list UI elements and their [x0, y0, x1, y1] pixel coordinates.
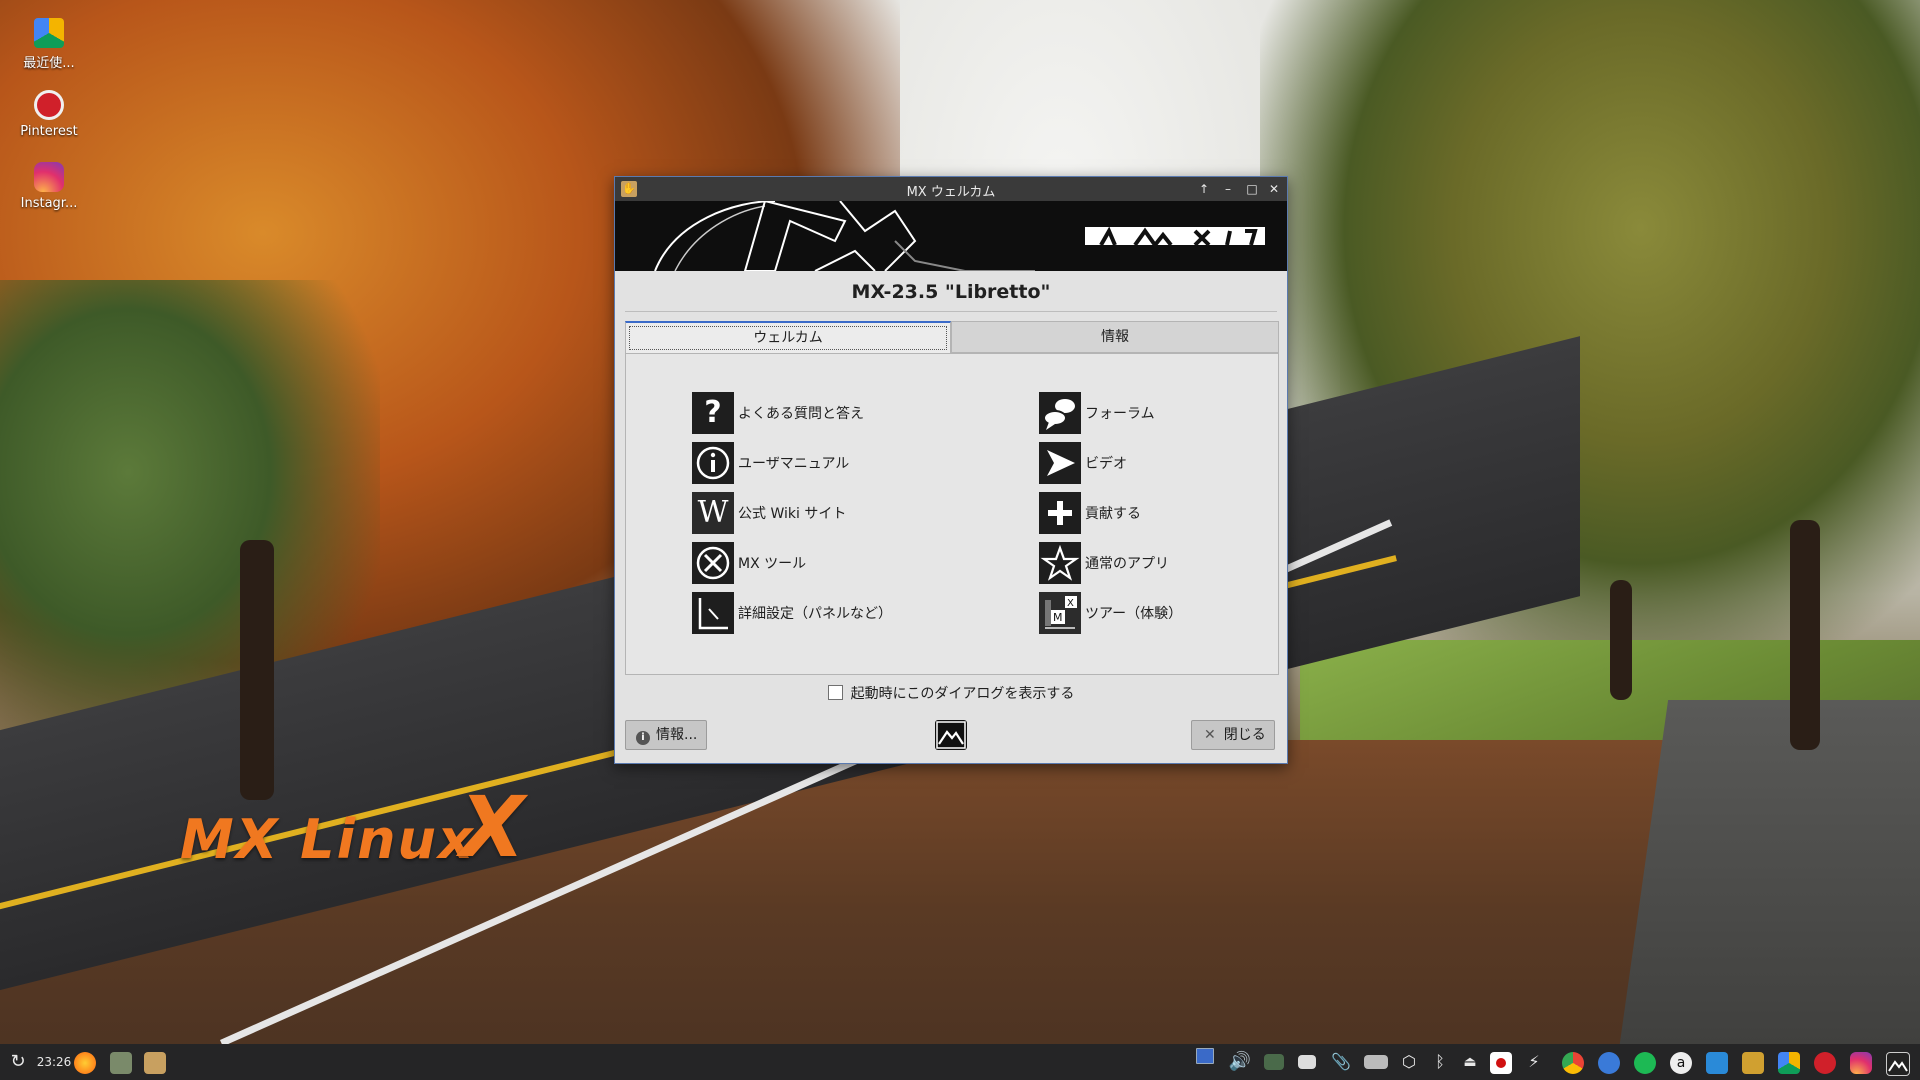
popular-apps-label: 通常のアプリ [1085, 556, 1169, 572]
google-drive-taskbar-icon[interactable] [1778, 1052, 1800, 1074]
spotify-icon[interactable] [1634, 1052, 1656, 1074]
minimize-button[interactable]: – [1219, 180, 1237, 198]
maximize-button[interactable]: □ [1243, 180, 1261, 198]
star-icon [1039, 542, 1081, 584]
tab-bar: ウェルカム 情報 [625, 321, 1279, 354]
svg-text:X: X [1067, 598, 1074, 609]
paperclip-icon[interactable]: 📎 [1330, 1050, 1352, 1074]
svg-text:M: M [1053, 611, 1063, 624]
version-title: MX-23.5 "Libretto" [851, 281, 1051, 303]
banner-graphic [654, 201, 1265, 271]
wiki-label: 公式 Wiki サイト [738, 506, 847, 522]
firefox-icon[interactable] [74, 1052, 96, 1074]
wallpaper-trunk [240, 540, 274, 800]
archive-icon[interactable] [1742, 1052, 1764, 1074]
about-button[interactable]: i 情報... [625, 720, 707, 750]
tab-welcome-label: ウェルカム [629, 326, 947, 350]
workspace-switcher[interactable] [1196, 1048, 1214, 1064]
bluetooth-icon[interactable]: ᛒ [1430, 1050, 1450, 1074]
settings-icon [692, 592, 734, 634]
contribute-label: 貢献する [1085, 506, 1141, 522]
show-on-startup-row: 起動時にこのダイアログを表示する [615, 683, 1287, 703]
desktop-icon-label: Pinterest [20, 124, 78, 139]
taskbar-clock[interactable]: 23:26 [36, 1050, 72, 1074]
chat-app-icon[interactable] [1598, 1052, 1620, 1074]
header-banner [615, 201, 1287, 271]
close-window-button[interactable]: ✕ [1265, 180, 1283, 198]
chrome-icon[interactable] [1562, 1052, 1584, 1074]
pinterest-icon [34, 90, 64, 120]
tour-icon: XM [1039, 592, 1081, 634]
google-drive-icon [34, 18, 64, 48]
close-x-icon: ✕ [1204, 727, 1216, 743]
info-small-icon: i [636, 731, 650, 745]
desktop-icon-recent[interactable]: 最近使... [10, 18, 88, 71]
eject-icon[interactable]: ⏏ [1460, 1050, 1480, 1074]
network-icon[interactable] [1264, 1054, 1284, 1070]
wiki-icon: W [692, 492, 734, 534]
close-icon: ✕ [1268, 182, 1280, 196]
wallpaper-trunk [1610, 580, 1632, 700]
speech-bubble-icon [1039, 392, 1081, 434]
package-icon[interactable]: ⬡ [1398, 1050, 1420, 1074]
mx-logo-taskbar-icon[interactable] [1886, 1052, 1910, 1076]
show-on-startup-label[interactable]: 起動時にこのダイアログを表示する [851, 686, 1075, 702]
mx-welcome-taskbar-icon[interactable] [144, 1052, 166, 1074]
close-button[interactable]: ✕ 閉じる [1191, 720, 1275, 750]
clipboard-icon[interactable] [1298, 1055, 1316, 1069]
desktop-icon-instagram[interactable]: Instagr... [10, 162, 88, 211]
desktop-icon-pinterest[interactable]: Pinterest [10, 90, 88, 139]
play-icon [1039, 442, 1081, 484]
power-battery-icon[interactable]: ⚡ [1524, 1050, 1544, 1074]
welcome-panel: ? よくある質問と答え ユーザマニュアル W 公式 Wiki サイト MX ツー… [625, 353, 1279, 675]
file-manager-icon[interactable] [110, 1052, 132, 1074]
instagram-taskbar-icon[interactable] [1850, 1052, 1872, 1074]
instagram-icon [34, 162, 64, 192]
close-button-label: 閉じる [1223, 727, 1266, 743]
videos-label: ビデオ [1085, 456, 1127, 472]
tour-label: ツアー（体験） [1085, 606, 1183, 622]
volume-icon[interactable]: 🔊 [1228, 1050, 1252, 1074]
start-menu-button[interactable]: ↻ [6, 1050, 30, 1074]
info-icon [692, 442, 734, 484]
amazon-icon[interactable]: a [1670, 1052, 1692, 1074]
desktop-icon-label: Instagr... [20, 196, 78, 211]
pinterest-taskbar-icon[interactable] [1814, 1052, 1836, 1074]
keep-above-button[interactable]: ↑ [1195, 180, 1213, 198]
desktop-icon-label: 最近使... [23, 56, 75, 71]
wallpaper-trunk [1790, 520, 1820, 750]
mx-welcome-window: ✋ MX ウェルカム ↑ – □ ✕ MX-23.5 "Libretto" ウェ… [614, 176, 1288, 764]
forum-label: フォーラム [1085, 406, 1155, 422]
tab-welcome[interactable]: ウェルカム [625, 321, 951, 354]
faq-label: よくある質問と答え [738, 406, 864, 422]
user-manual-label: ユーザマニュアル [738, 456, 850, 472]
music-player-icon[interactable] [1706, 1052, 1728, 1074]
question-icon: ? [692, 392, 734, 434]
tab-info-label: 情報 [1101, 329, 1129, 345]
power-arrow-icon: ↻ [10, 1051, 26, 1072]
mx-logo-icon [935, 720, 967, 750]
maximize-icon: □ [1246, 182, 1258, 196]
tools-icon [692, 542, 734, 584]
header-separator [625, 311, 1277, 312]
wallpaper-logo-x: X [460, 778, 525, 876]
minimize-icon: – [1225, 182, 1231, 196]
tab-info[interactable]: 情報 [951, 321, 1279, 353]
wallpaper-logo-text: MX Linux [180, 808, 475, 871]
window-title: MX ウェルカム [906, 185, 996, 200]
mozc-input-icon[interactable] [1490, 1052, 1512, 1074]
show-on-startup-checkbox[interactable] [827, 685, 843, 700]
window-titlebar[interactable]: ✋ MX ウェルカム ↑ – □ ✕ [615, 177, 1287, 201]
taskbar: ↻ 23:26 🔊 📎 ⬡ ᛒ ⏏ ⚡ a [0, 1044, 1920, 1080]
about-button-label: 情報... [656, 727, 698, 743]
arrow-up-icon: ↑ [1198, 182, 1210, 196]
mx-tools-label: MX ツール [738, 556, 807, 572]
tweak-label: 詳細設定（パネルなど） [738, 606, 892, 622]
keyboard-icon[interactable] [1364, 1055, 1388, 1069]
plus-icon [1039, 492, 1081, 534]
